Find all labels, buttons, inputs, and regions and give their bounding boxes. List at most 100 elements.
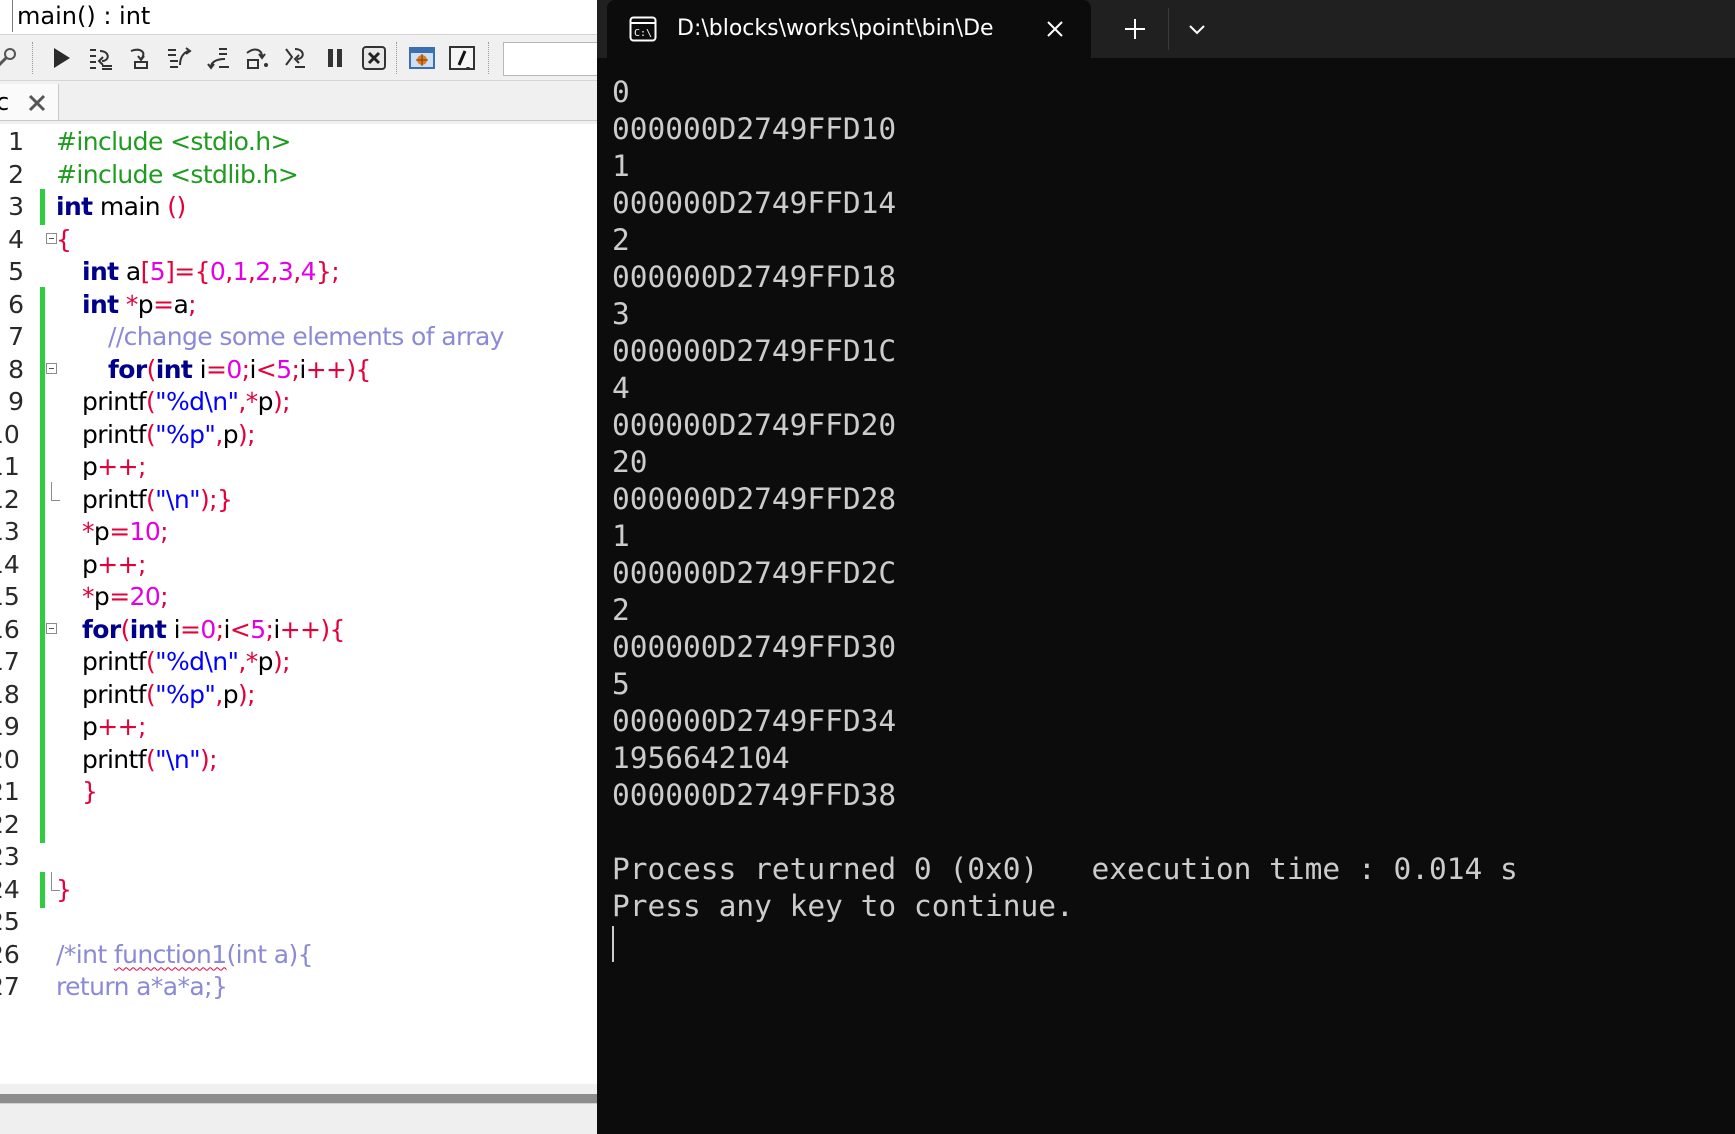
- code-line[interactable]: 18 printf("%p",p);: [0, 676, 597, 713]
- code-token: printf: [82, 387, 147, 416]
- code-line[interactable]: 2 #include <stdlib.h>: [0, 157, 597, 193]
- editor-tab[interactable]: c: [0, 84, 59, 120]
- code-line[interactable]: 4{: [0, 222, 597, 258]
- stop-icon[interactable]: [358, 43, 390, 73]
- code-token: ,: [215, 419, 223, 449]
- code-token: p: [93, 582, 110, 611]
- code-line[interactable]: 10 printf("%p",p);: [0, 416, 597, 453]
- change-marker: [40, 416, 45, 453]
- code-token: (: [146, 354, 157, 384]
- change-marker: [40, 676, 45, 713]
- code-token: (: [145, 744, 156, 774]
- change-marker: [40, 806, 45, 843]
- code-token: ++;: [97, 549, 146, 579]
- code-line[interactable]: 24}: [0, 871, 597, 908]
- step-into-icon[interactable]: [124, 43, 156, 73]
- code-token: 20: [129, 582, 161, 611]
- pause-icon[interactable]: [319, 43, 351, 73]
- code-line[interactable]: 13 *p=10;: [0, 514, 597, 550]
- next-instruction-icon[interactable]: [202, 43, 234, 73]
- code-token: ++){: [305, 354, 372, 384]
- code-line[interactable]: 16for(int i=0;i<5;i++){: [0, 611, 597, 648]
- code-token: int: [155, 354, 193, 384]
- toolbar-separator: [488, 42, 492, 74]
- code-token: 0: [200, 614, 216, 644]
- code-token: 0: [226, 354, 242, 384]
- code-token: }: [56, 874, 72, 904]
- code-text: printf("%d\n",*p);: [82, 384, 291, 420]
- code-line[interactable]: 14 p++;: [0, 546, 597, 583]
- code-text: p++;: [82, 547, 146, 583]
- code-text: #include <stdio.h>: [56, 124, 291, 160]
- code-token: 5: [276, 354, 292, 384]
- terminal-line: 000000D2749FFD18: [612, 260, 897, 294]
- horizontal-scrollbar[interactable]: [0, 1094, 597, 1103]
- next-line-icon[interactable]: [85, 43, 117, 73]
- terminal-line: 000000D2749FFD34: [612, 704, 897, 738]
- terminal-line: 2: [612, 593, 630, 627]
- code-token: "%p": [155, 679, 216, 709]
- code-token: int: [129, 614, 167, 644]
- code-line[interactable]: 1 #include <stdio.h>: [0, 124, 597, 160]
- close-icon[interactable]: [1043, 17, 1067, 41]
- change-marker: [40, 514, 45, 550]
- code-line[interactable]: 15 *p=20;: [0, 579, 597, 615]
- code-token: (: [145, 419, 156, 449]
- line-number: 16: [0, 614, 20, 644]
- fold-toggle-icon[interactable]: [46, 622, 57, 634]
- code-line[interactable]: 21}: [0, 774, 597, 810]
- code-token: 0: [209, 257, 226, 286]
- line-number: 14: [0, 549, 20, 579]
- code-line[interactable]: 26 /*int function1(int a){: [0, 937, 597, 973]
- code-line[interactable]: 19 p++;: [0, 709, 597, 745]
- code-line[interactable]: 20 printf("\n");: [0, 741, 597, 778]
- code-token: (: [120, 614, 131, 644]
- chevron-down-icon[interactable]: [1182, 14, 1212, 44]
- code-line[interactable]: 23: [0, 839, 597, 875]
- code-token: );: [272, 387, 291, 416]
- code-line[interactable]: 12 printf("\n");}: [0, 481, 597, 518]
- code-area[interactable]: 1 #include <stdio.h> 2 #include <stdlib.h> 3…: [0, 124, 597, 1084]
- fold-toggle-icon[interactable]: [46, 362, 57, 374]
- change-marker: [40, 709, 45, 745]
- code-line[interactable]: 7 //change some elements of array: [0, 319, 597, 355]
- terminal-line: Process returned 0 (0x0) execution time …: [612, 852, 1518, 886]
- terminal-output[interactable]: 0 000000D2749FFD10 1 000000D2749FFD14 2 00000…: [612, 74, 1732, 925]
- step-into-instruction-icon[interactable]: [241, 43, 273, 73]
- change-marker: [40, 351, 45, 388]
- code-line[interactable]: 9 printf("%d\n",*p);: [0, 384, 597, 420]
- code-line[interactable]: 3 int main (): [0, 189, 597, 225]
- code-line[interactable]: 22: [0, 806, 597, 843]
- code-line[interactable]: 5 int a[5]={0,1,2,3,4};: [0, 254, 597, 290]
- function-selector[interactable]: main() : int: [12, 0, 597, 32]
- info-icon[interactable]: [446, 43, 478, 73]
- change-marker: [40, 546, 45, 583]
- code-token: }: [82, 777, 98, 806]
- terminal-line: 000000D2749FFD1C: [612, 334, 897, 368]
- wrench-icon[interactable]: [0, 43, 22, 73]
- new-tab-icon[interactable]: [1119, 13, 1151, 45]
- terminal-tab[interactable]: C:\ D:\blocks\works\point\bin\De: [607, 0, 1091, 58]
- code-text: }: [56, 872, 72, 908]
- code-token: 10: [129, 517, 161, 546]
- run-icon[interactable]: [45, 43, 77, 73]
- code-line[interactable]: 6 int *p=a;: [0, 286, 597, 323]
- code-line[interactable]: 25: [0, 904, 597, 940]
- code-line[interactable]: 11 p++;: [0, 449, 597, 485]
- step-out-icon[interactable]: [163, 43, 195, 73]
- code-line[interactable]: 17 printf("%d\n",*p);: [0, 644, 597, 680]
- toolbar-search-input[interactable]: [503, 42, 597, 76]
- run-to-cursor-icon[interactable]: [280, 43, 312, 73]
- terminal-line: 1956642104: [612, 741, 790, 775]
- toolbar-separator: [32, 42, 36, 74]
- code-token: );: [237, 419, 256, 449]
- code-token: (: [145, 679, 156, 709]
- close-icon[interactable]: [26, 92, 48, 114]
- line-number: 21: [0, 777, 20, 806]
- line-number: 23: [0, 842, 20, 871]
- code-token: (: [145, 484, 156, 514]
- debug-window-icon[interactable]: [406, 43, 438, 73]
- code-line[interactable]: 27 return a*a*a;}: [0, 969, 597, 1005]
- line-number: 12: [0, 484, 20, 514]
- code-line[interactable]: 8 for(int i=0;i<5;i++){: [0, 351, 597, 388]
